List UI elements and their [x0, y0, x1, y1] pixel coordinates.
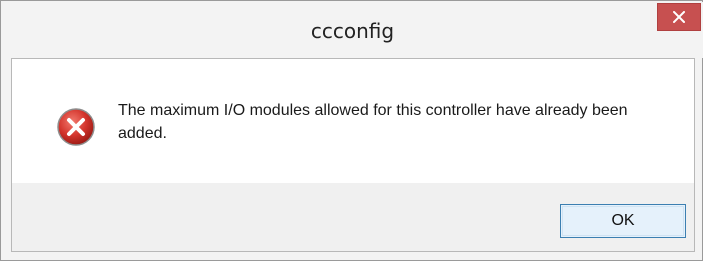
- ok-button[interactable]: OK: [560, 204, 686, 238]
- message-area: The maximum I/O modules allowed for this…: [12, 59, 694, 183]
- message-text: The maximum I/O modules allowed for this…: [118, 102, 628, 142]
- title-bar[interactable]: ccconfig: [2, 2, 703, 58]
- window-title: ccconfig: [310, 19, 395, 43]
- close-button[interactable]: [657, 3, 701, 31]
- button-bar: OK: [12, 183, 694, 251]
- message-dialog: ccconfig The maximum I/O modules allowed…: [0, 0, 703, 261]
- close-icon: [673, 11, 685, 23]
- error-icon: [57, 108, 95, 146]
- dialog-body: The maximum I/O modules allowed for this…: [11, 58, 695, 252]
